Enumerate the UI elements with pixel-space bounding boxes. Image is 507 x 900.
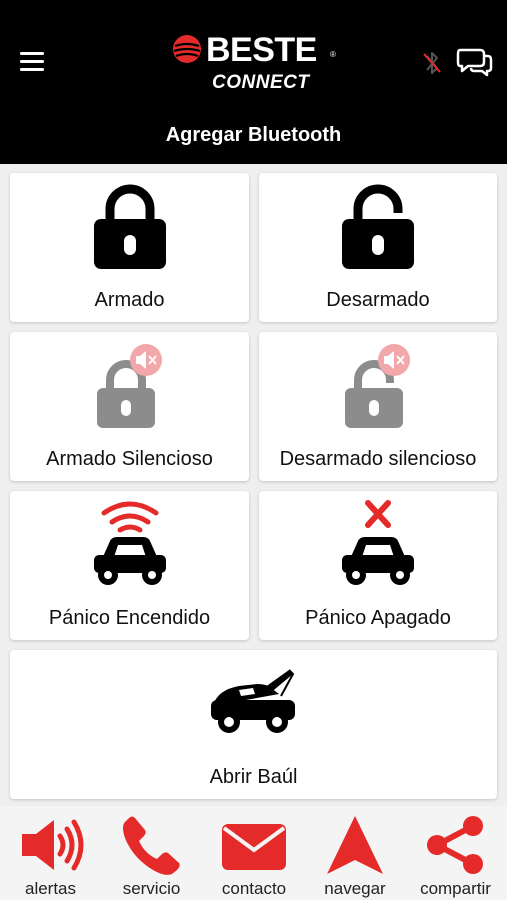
- action-label: Pánico Encendido: [48, 607, 211, 629]
- logo-brand-text: BESTE: [206, 31, 317, 69]
- armed-button[interactable]: Armado: [10, 173, 249, 322]
- lock-open-icon: [342, 184, 414, 269]
- phone-icon: [122, 816, 180, 875]
- nav-share[interactable]: compartir: [404, 806, 507, 900]
- nav-label: navegar: [324, 879, 386, 898]
- panic-off-button[interactable]: Pánico Apagado: [259, 491, 497, 640]
- armed-silent-button[interactable]: Armado Silencioso: [10, 332, 249, 481]
- nav-label: alertas: [24, 879, 77, 898]
- mail-icon: [222, 824, 286, 870]
- share-icon: [426, 816, 483, 874]
- disarmed-button[interactable]: Desarmado: [259, 173, 497, 322]
- panic-on-button[interactable]: Pánico Encendido: [10, 491, 249, 640]
- app-header: BESTE ® CONNECT Agregar Bluetooth: [0, 0, 507, 164]
- nav-label: servicio: [122, 879, 181, 898]
- disarmed-silent-button[interactable]: Desarmado silencioso: [259, 332, 497, 481]
- logo-registered-mark: ®: [330, 50, 336, 59]
- nav-alerts[interactable]: alertas: [0, 806, 101, 900]
- bottom-navigation: alertas servicio contacto navegar compar…: [0, 806, 507, 900]
- action-label: Pánico Apagado: [305, 607, 451, 629]
- bluetooth-disabled-icon[interactable]: [420, 48, 444, 78]
- car-alarm-on-icon: [93, 501, 166, 585]
- lock-open-muted-icon: [345, 344, 410, 428]
- lock-closed-icon: [93, 184, 166, 269]
- car-alarm-off-icon: [342, 500, 414, 585]
- add-bluetooth-link[interactable]: Agregar Bluetooth: [0, 124, 507, 147]
- nav-navigate[interactable]: navegar: [306, 806, 404, 900]
- beste-connect-logo: BESTE ® CONNECT: [170, 30, 340, 96]
- navigation-arrow-icon: [327, 816, 383, 874]
- action-label: Armado Silencioso: [46, 448, 213, 470]
- nav-contact[interactable]: contacto: [202, 806, 306, 900]
- logo-ball-icon: [173, 35, 201, 63]
- lock-closed-muted-icon: [96, 344, 162, 428]
- nav-label: contacto: [221, 879, 287, 898]
- action-label: Abrir Baúl: [209, 766, 298, 788]
- logo-subbrand-text: CONNECT: [212, 72, 310, 93]
- chat-icon[interactable]: [456, 46, 494, 78]
- action-label: Armado: [94, 289, 165, 311]
- speaker-icon: [21, 819, 83, 871]
- nav-label: compartir: [420, 879, 491, 898]
- action-label: Desarmado: [326, 289, 430, 311]
- nav-service[interactable]: servicio: [101, 806, 202, 900]
- open-trunk-button[interactable]: Abrir Baúl: [10, 650, 497, 799]
- action-label: Desarmado silencioso: [279, 448, 477, 470]
- hamburger-menu-icon[interactable]: [20, 52, 44, 72]
- car-trunk-icon: [210, 669, 295, 733]
